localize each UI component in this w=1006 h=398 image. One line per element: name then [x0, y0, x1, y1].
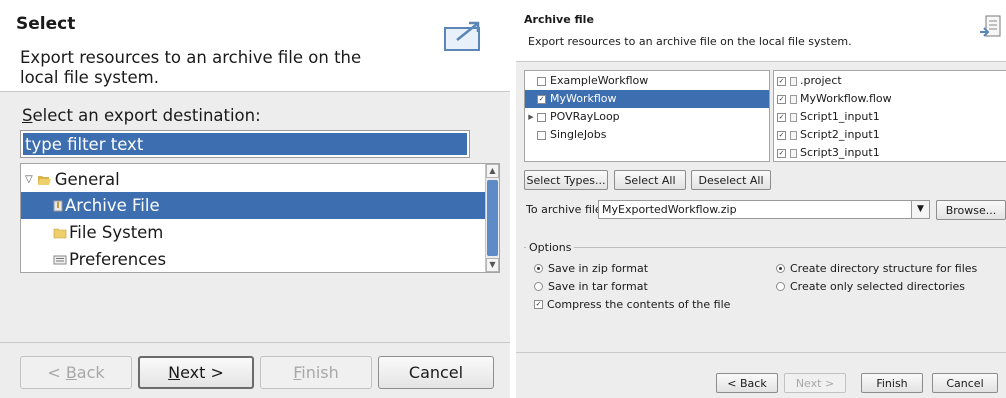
file-checkbox[interactable] — [777, 94, 786, 104]
file-icon — [790, 94, 797, 104]
page-title: Select — [16, 14, 76, 34]
page-title: Archive file — [524, 13, 594, 26]
archive-file-combo[interactable]: MyExportedWorkflow.zip ▼ — [598, 200, 930, 219]
radio-icon — [534, 282, 543, 291]
file-icon — [790, 112, 797, 122]
project-checkbox-tree[interactable]: ExampleWorkflow MyWorkflow ▶ POVRayLoop … — [524, 70, 770, 162]
tree-scrollbar[interactable]: ▲ ▼ — [485, 164, 499, 272]
finish-button[interactable]: Finish — [260, 356, 372, 389]
archive-file-value: MyExportedWorkflow.zip — [602, 203, 737, 216]
file-checkbox[interactable] — [777, 148, 786, 158]
file-icon — [790, 130, 797, 140]
wizard-banner: Select Export resources to an archive fi… — [0, 0, 510, 92]
scroll-down-icon[interactable]: ▼ — [486, 258, 499, 272]
file-item[interactable]: .project — [774, 72, 1006, 90]
select-all-button[interactable]: Select All — [614, 170, 686, 190]
file-item[interactable]: MyWorkflow.flow — [774, 90, 1006, 108]
back-button[interactable]: < Back — [716, 373, 778, 393]
folder-open-icon — [37, 175, 51, 185]
tree-item-file-system[interactable]: File System — [21, 219, 487, 246]
save-zip-radio[interactable]: Save in zip format — [534, 262, 648, 275]
radio-selected-icon — [534, 264, 543, 273]
archive-file-label: To archive file: — [526, 203, 606, 216]
filter-box — [20, 130, 470, 158]
file-icon — [790, 148, 797, 158]
button-bar-separator — [516, 352, 1006, 353]
deselect-all-button[interactable]: Deselect All — [691, 170, 771, 190]
tree-item-label: General — [54, 170, 120, 189]
radio-selected-icon — [776, 264, 785, 273]
scroll-thumb[interactable] — [487, 180, 498, 256]
project-item-singlejobs[interactable]: SingleJobs — [525, 126, 769, 144]
scroll-up-icon[interactable]: ▲ — [486, 164, 499, 178]
expand-arrow-icon[interactable]: ▶ — [525, 108, 537, 126]
tree-item-label: Preferences — [69, 250, 167, 269]
file-item[interactable]: Script3_input1 — [774, 144, 1006, 161]
tree-item-general[interactable]: ▽ General — [21, 166, 487, 193]
folder-icon — [53, 228, 67, 238]
file-checkbox-list[interactable]: .project MyWorkflow.flow Script1_input1 … — [773, 70, 1006, 162]
back-button[interactable]: < Back — [20, 356, 132, 389]
project-item-povrayloop[interactable]: ▶ POVRayLoop — [525, 108, 769, 126]
radio-icon — [776, 282, 785, 291]
file-item[interactable]: Script2_input1 — [774, 126, 1006, 144]
page-description: Export resources to an archive file on t… — [20, 48, 362, 87]
finish-button[interactable]: Finish — [861, 373, 923, 393]
wizard-banner: Archive file Export resources to an arch… — [516, 0, 1006, 62]
project-item-exampleworkflow[interactable]: ExampleWorkflow — [525, 72, 769, 90]
export-select-dialog: Select Export resources to an archive fi… — [0, 0, 510, 398]
tree-item-label: File System — [69, 223, 164, 242]
compress-checkbox[interactable]: Compress the contents of the file — [534, 298, 730, 311]
checkbox-checked-icon — [534, 300, 543, 309]
destination-tree[interactable]: ▽ General Archive File File System Prefe… — [20, 163, 500, 273]
archive-file-icon — [53, 200, 63, 211]
file-icon — [790, 76, 797, 86]
project-item-myworkflow[interactable]: MyWorkflow — [525, 90, 769, 108]
cancel-button[interactable]: Cancel — [378, 356, 494, 389]
export-icon — [444, 21, 480, 51]
export-icon — [980, 15, 1001, 37]
save-tar-radio[interactable]: Save in tar format — [534, 280, 648, 293]
next-button[interactable]: Next > — [138, 356, 254, 389]
chevron-down-icon[interactable]: ▼ — [911, 201, 929, 218]
tree-item-label: Archive File — [65, 196, 160, 215]
select-types-button[interactable]: Select Types... — [524, 170, 608, 190]
project-checkbox[interactable] — [537, 112, 546, 122]
preferences-icon — [53, 255, 67, 264]
project-checkbox[interactable] — [537, 94, 546, 104]
project-checkbox[interactable] — [537, 130, 546, 140]
file-checkbox[interactable] — [777, 112, 786, 122]
file-checkbox[interactable] — [777, 130, 786, 140]
create-directory-structure-radio[interactable]: Create directory structure for files — [776, 262, 977, 275]
create-selected-directories-radio[interactable]: Create only selected directories — [776, 280, 965, 293]
tree-item-archive-file[interactable]: Archive File — [21, 192, 487, 219]
cancel-button[interactable]: Cancel — [932, 373, 998, 393]
button-bar-separator — [0, 342, 510, 343]
file-item[interactable]: Script1_input1 — [774, 108, 1006, 126]
page-description: Export resources to an archive file on t… — [528, 35, 852, 48]
tree-item-preferences[interactable]: Preferences — [21, 246, 487, 272]
file-checkbox[interactable] — [777, 76, 786, 86]
archive-file-dialog: Archive file Export resources to an arch… — [516, 0, 1006, 398]
export-destination-label: Select an export destination: — [22, 106, 261, 125]
filter-input[interactable] — [23, 133, 467, 155]
options-group-label: Options — [526, 241, 575, 254]
next-button[interactable]: Next > — [784, 373, 846, 393]
browse-button[interactable]: Browse... — [936, 200, 1006, 220]
project-checkbox[interactable] — [537, 76, 546, 86]
tree-collapse-icon[interactable]: ▽ — [25, 166, 33, 193]
